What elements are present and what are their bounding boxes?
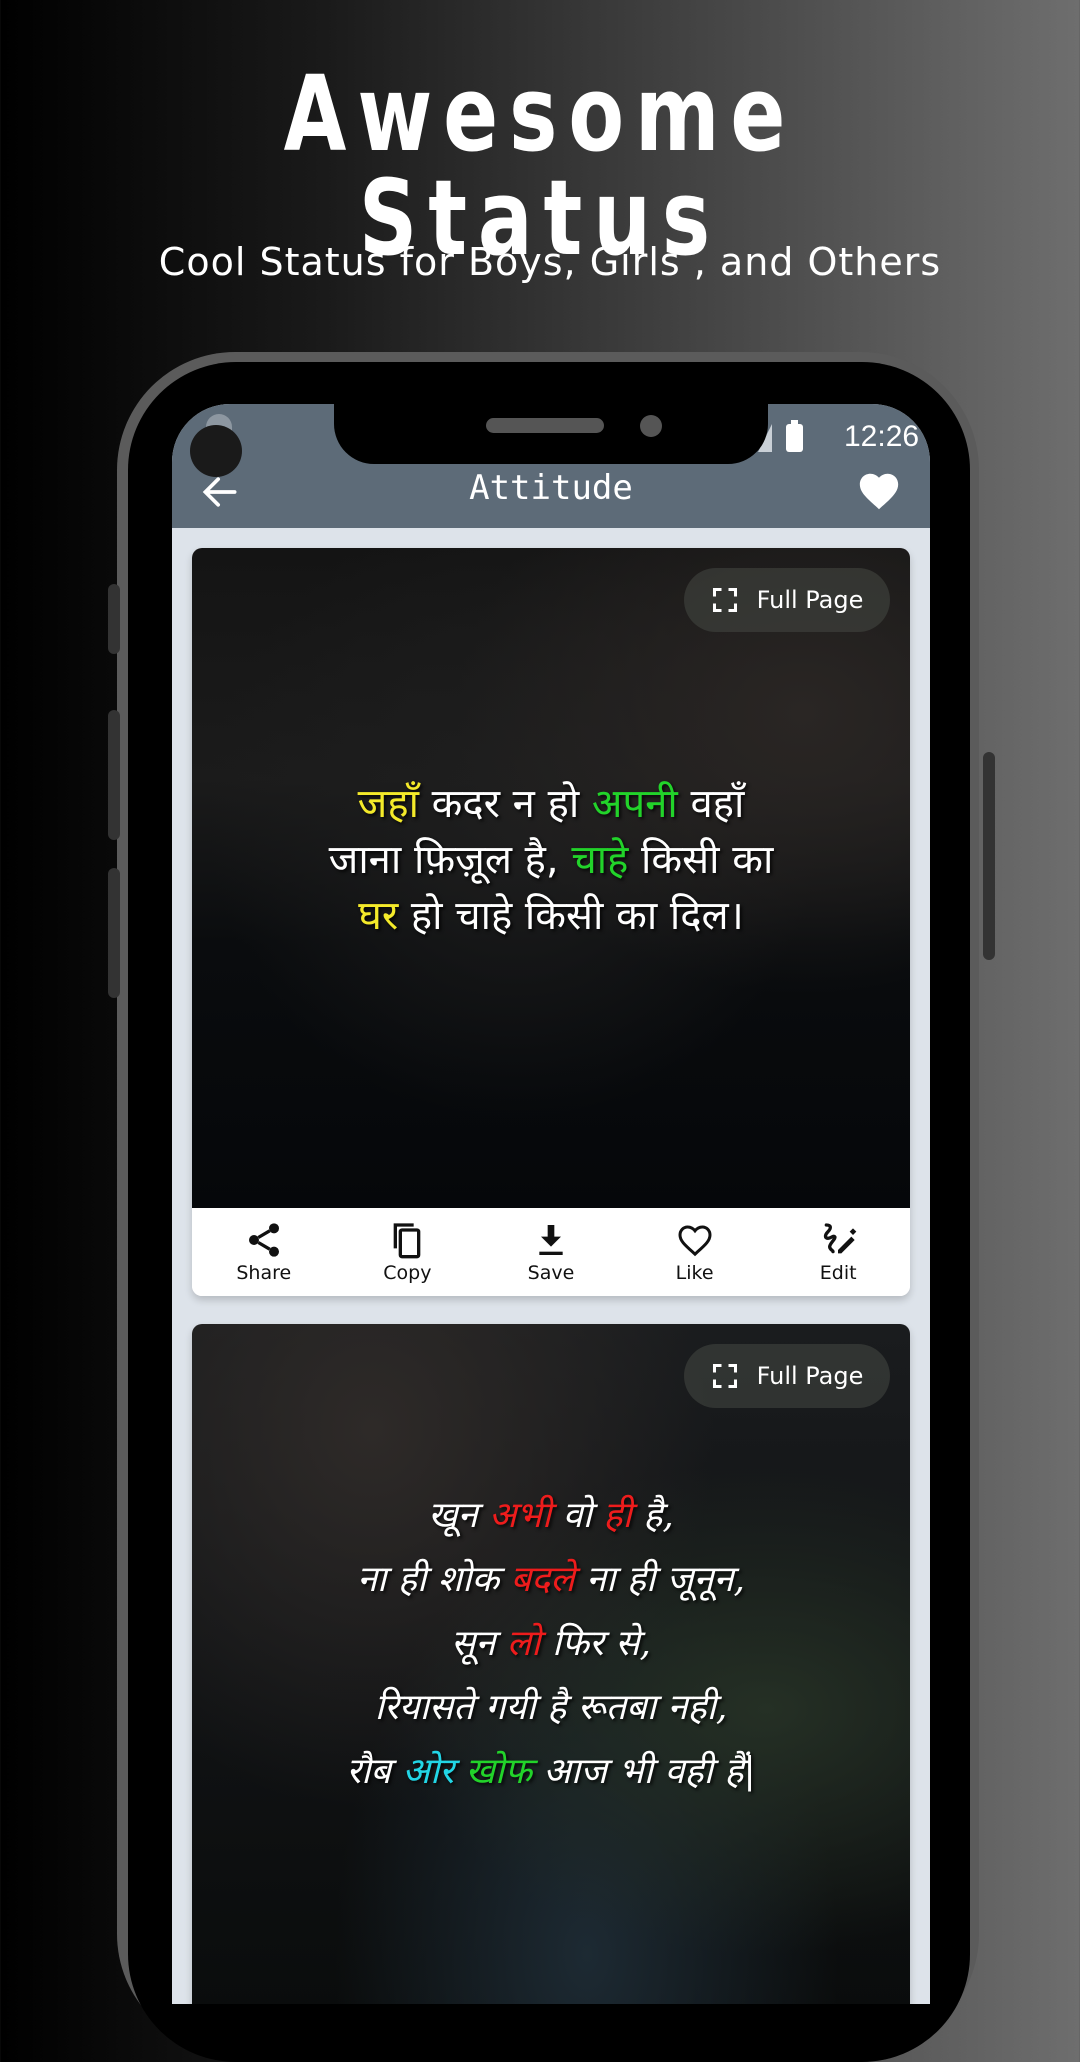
quote-highlight: चाहे	[571, 837, 629, 883]
quote-highlight: खोफ	[465, 1751, 532, 1792]
quote-text: ना ही जूनून,	[574, 1559, 745, 1600]
quote-text: खून	[428, 1495, 490, 1536]
favorite-button[interactable]	[854, 468, 904, 514]
full-page-label: Full Page	[756, 586, 864, 614]
quote-text: सून	[451, 1623, 507, 1664]
phone-speaker	[486, 418, 604, 433]
like-label: Like	[675, 1262, 714, 1284]
page-title: Attitude	[469, 468, 633, 508]
quote-text: रियासते गयी है रूतबा नही,	[374, 1687, 728, 1728]
quote-line: रौब ओर खोफ आज भी वही हैं|	[192, 1740, 910, 1804]
battery-icon	[786, 420, 803, 452]
quote-highlight: बदले	[510, 1559, 575, 1600]
phone-side-button	[108, 584, 120, 654]
quote-line: सून लो फिर से,	[192, 1612, 910, 1676]
quote-highlight: अपनी	[591, 781, 678, 827]
quote-text: फिर से,	[540, 1623, 651, 1664]
quote-line: ना ही शोक बदले ना ही जूनून,	[192, 1548, 910, 1612]
phone-side-button	[983, 752, 995, 960]
share-icon	[248, 1223, 279, 1257]
quote-text: वो	[551, 1495, 604, 1536]
share-button[interactable]: Share	[209, 1220, 319, 1284]
edit-pen-icon	[824, 1223, 857, 1254]
quote-highlight: अभी	[489, 1495, 552, 1536]
quote-text: वहाँ	[677, 781, 745, 827]
status-quote: जहाँ कदर न हो अपनी वहाँ जाना फ़िज़ूल है, …	[192, 776, 910, 944]
like-button[interactable]: Like	[640, 1220, 750, 1284]
app-screen: 12:26 Attitude Full Page जहाँ कदर न हो अ…	[172, 404, 930, 2004]
copy-button[interactable]: Copy	[352, 1220, 462, 1284]
quote-text: कदर न हो	[418, 781, 592, 827]
quote-line: रियासते गयी है रूतबा नही,	[192, 1676, 910, 1740]
quote-highlight: ओर	[402, 1751, 454, 1792]
status-quote: खून अभी वो ही है, ना ही शोक बदले ना ही जू…	[192, 1484, 910, 1804]
quote-text	[454, 1751, 465, 1792]
status-time: 12:26	[844, 420, 920, 453]
edit-label: Edit	[819, 1262, 857, 1284]
status-card: Full Page जहाँ कदर न हो अपनी वहाँ जाना फ़…	[192, 548, 910, 1296]
quote-highlight: घर	[358, 893, 399, 939]
quote-line: जाना फ़िज़ूल है, चाहे किसी का	[192, 832, 910, 888]
quote-text: किसी का	[628, 837, 774, 883]
download-icon	[539, 1225, 563, 1255]
full-page-button[interactable]: Full Page	[684, 568, 890, 632]
promo-subtitle: Cool Status for Boys, Girls , and Others	[158, 240, 942, 284]
quote-line: जहाँ कदर न हो अपनी वहाँ	[192, 776, 910, 832]
quote-highlight: जहाँ	[357, 781, 419, 827]
promo-title: Awesome Status	[283, 53, 797, 279]
edit-button[interactable]: Edit	[783, 1220, 893, 1284]
action-bar: Share Copy Save Like Edit	[192, 1208, 910, 1296]
phone-camera	[640, 415, 662, 437]
save-label: Save	[527, 1262, 575, 1284]
quote-highlight: लो	[506, 1623, 541, 1664]
phone-side-button	[108, 710, 120, 840]
quote-text: हो चाहे किसी का दिल।	[398, 893, 744, 939]
full-page-label: Full Page	[756, 1362, 864, 1390]
fullscreen-icon	[712, 587, 737, 613]
quote-line: खून अभी वो ही है,	[192, 1484, 910, 1548]
copy-icon	[394, 1223, 421, 1259]
quote-text: जाना फ़िज़ूल है,	[328, 837, 572, 883]
phone-notch	[334, 362, 768, 464]
fullscreen-icon	[712, 1363, 737, 1389]
heart-outline-icon	[678, 1225, 712, 1257]
full-page-button[interactable]: Full Page	[684, 1344, 890, 1408]
quote-text: ना ही शोक	[357, 1559, 511, 1600]
share-label: Share	[236, 1262, 292, 1284]
quote-text: है,	[631, 1495, 674, 1536]
quote-text: रौब	[346, 1751, 403, 1792]
save-button[interactable]: Save	[496, 1220, 606, 1284]
heart-filled-icon	[859, 473, 899, 510]
quote-line: घर हो चाहे किसी का दिल।	[192, 888, 910, 944]
status-card[interactable]: Full Page खून अभी वो ही है, ना ही शोक बदल…	[192, 1324, 910, 2004]
copy-label: Copy	[383, 1262, 432, 1284]
status-bar: 12:26	[758, 414, 930, 454]
quote-text: आज भी वही हैं|	[531, 1751, 756, 1792]
phone-side-button	[108, 868, 120, 998]
quote-highlight: ही	[603, 1495, 632, 1536]
